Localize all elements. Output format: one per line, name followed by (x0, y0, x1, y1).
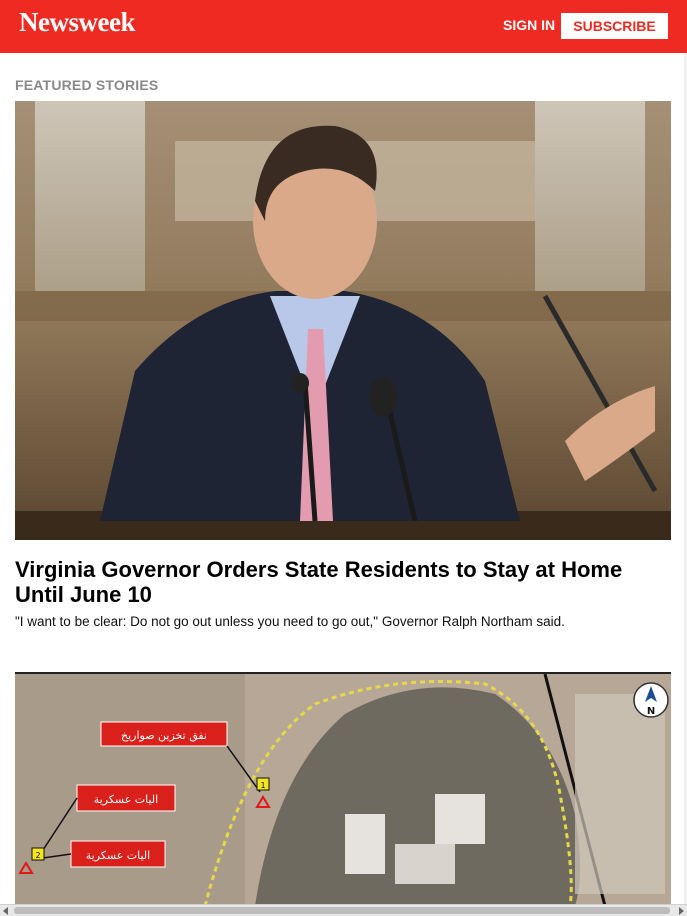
map-label-1: نفق تخزين صواريخ (121, 729, 207, 743)
sign-in-link[interactable]: SIGN IN (503, 17, 555, 33)
scroll-thumb[interactable] (14, 907, 670, 914)
scroll-right-arrow-icon[interactable] (679, 907, 684, 915)
story-summary: "I want to be clear: Do not go out unles… (15, 614, 565, 629)
map-label-2: اليات عسكرية (94, 793, 158, 806)
governor-photo[interactable] (15, 101, 671, 540)
section-label: FEATURED STORIES (15, 77, 159, 93)
compass-label: N (647, 706, 655, 717)
story-headline[interactable]: Virginia Governor Orders State Residents… (15, 557, 655, 607)
subscribe-button[interactable]: SUBSCRIBE (561, 13, 668, 39)
marker-2: 2 (35, 851, 40, 860)
site-header: Newsweek SIGN IN SUBSCRIBE (0, 0, 687, 53)
satellite-map-image[interactable]: نفق تخزين صواريخ اليات عسكرية اليات عسكر… (15, 672, 671, 904)
newsweek-logo[interactable]: Newsweek (19, 7, 135, 38)
marker-1: 1 (260, 781, 265, 790)
horizontal-scrollbar[interactable] (0, 904, 687, 916)
map-label-3: اليات عسكرية (86, 849, 150, 862)
scroll-left-arrow-icon[interactable] (3, 907, 8, 915)
